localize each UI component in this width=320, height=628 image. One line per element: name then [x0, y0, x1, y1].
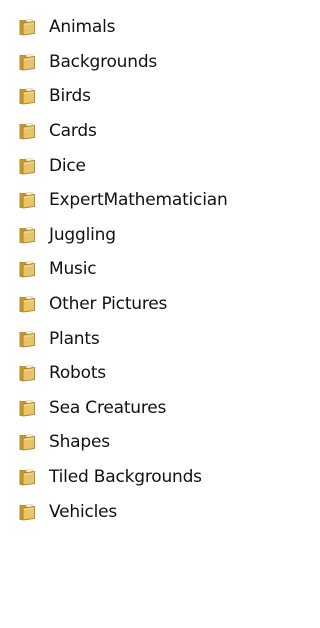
folder-item-expertmathematician[interactable]: ExpertMathematician: [19, 183, 228, 218]
folder-label: Birds: [49, 86, 91, 107]
folder-icon: [19, 330, 37, 348]
folder-icon: [19, 226, 37, 244]
folder-label: Music: [49, 259, 97, 280]
folder-item-plants[interactable]: Plants: [19, 321, 228, 356]
folder-label: Vehicles: [49, 501, 118, 522]
folder-label: Juggling: [49, 224, 116, 245]
folder-item-juggling[interactable]: Juggling: [19, 218, 228, 253]
folder-icon: [19, 295, 37, 313]
folder-icon: [19, 18, 37, 36]
folder-label: Cards: [49, 121, 97, 142]
folder-item-backgrounds[interactable]: Backgrounds: [19, 45, 228, 80]
folder-label: Backgrounds: [49, 51, 158, 72]
folder-icon: [19, 364, 37, 382]
folder-icon: [19, 157, 37, 175]
folder-label: Sea Creatures: [49, 397, 167, 418]
folder-item-music[interactable]: Music: [19, 252, 228, 287]
folder-icon: [19, 433, 37, 451]
folder-item-other-pictures[interactable]: Other Pictures: [19, 287, 228, 322]
folder-icon: [19, 87, 37, 105]
folder-item-dice[interactable]: Dice: [19, 148, 228, 183]
folder-label: Plants: [49, 328, 100, 349]
folder-label: Animals: [49, 17, 116, 38]
folder-label: Other Pictures: [49, 294, 168, 315]
folder-item-animals[interactable]: Animals: [19, 10, 228, 45]
folder-icon: [19, 122, 37, 140]
folder-item-sea-creatures[interactable]: Sea Creatures: [19, 391, 228, 426]
folder-icon: [19, 260, 37, 278]
folder-icon: [19, 468, 37, 486]
folder-label: Robots: [49, 363, 106, 384]
folder-label: Tiled Backgrounds: [49, 467, 202, 488]
folder-item-shapes[interactable]: Shapes: [19, 425, 228, 460]
folder-icon: [19, 399, 37, 417]
folder-label: Dice: [49, 155, 86, 176]
folder-icon: [19, 53, 37, 71]
folder-item-robots[interactable]: Robots: [19, 356, 228, 391]
folder-label: Shapes: [49, 432, 110, 453]
folder-list: Animals Backgrounds Birds Cards Dice Exp…: [19, 10, 228, 529]
folder-item-birds[interactable]: Birds: [19, 79, 228, 114]
folder-item-tiled-backgrounds[interactable]: Tiled Backgrounds: [19, 460, 228, 495]
folder-icon: [19, 191, 37, 209]
folder-icon: [19, 503, 37, 521]
folder-label: ExpertMathematician: [49, 190, 228, 211]
folder-item-cards[interactable]: Cards: [19, 114, 228, 149]
folder-item-vehicles[interactable]: Vehicles: [19, 494, 228, 529]
